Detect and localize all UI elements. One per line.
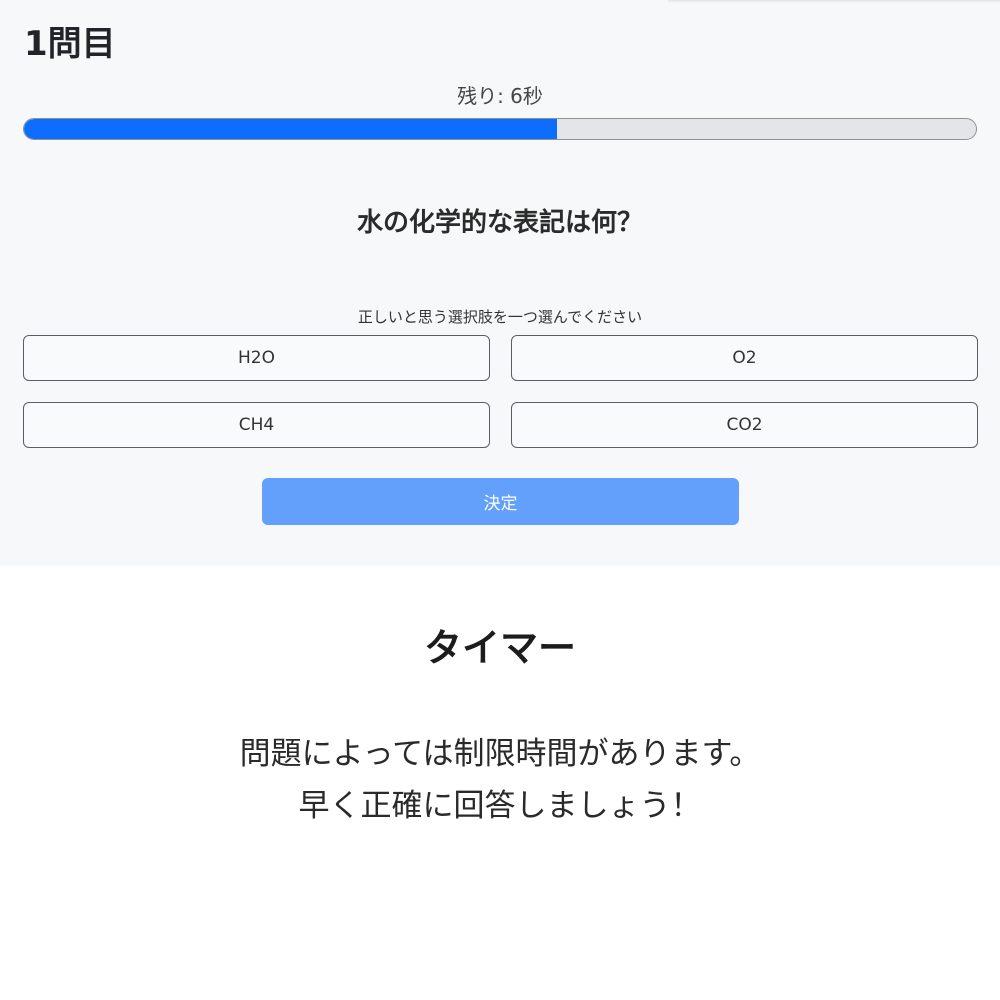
choice-button-o2[interactable]: O2 [511, 335, 978, 381]
feature-title: タイマー [423, 626, 576, 670]
feature-description: 問題によっては制限時間があります。 早く正確に回答しましょう！ [0, 728, 1000, 832]
timer-progress-bar [23, 118, 977, 140]
instruction-text: 正しいと思う選択肢を一つ選んでください [357, 308, 643, 326]
feature-description-line: 早く正確に回答しましょう！ [298, 788, 702, 824]
choice-button-co2[interactable]: CO2 [511, 402, 978, 448]
quiz-panel: 1問目 残り: 6秒 水の化学的な表記は何？ 正しいと思う選択肢を一つ選んでくだ… [0, 0, 1000, 566]
top-edge-shadow [668, 0, 1000, 3]
choice-button-h2o[interactable]: H2O [23, 335, 490, 381]
timer-remaining-text: 残り: 6秒 [457, 84, 543, 108]
timer-progress-fill [24, 119, 558, 139]
feature-description-line: 問題によっては制限時間があります。 [239, 736, 761, 772]
question-text: 水の化学的な表記は何？ [356, 208, 643, 238]
question-number: 1問目 [24, 24, 116, 64]
submit-button[interactable]: 決定 [262, 478, 739, 525]
choice-button-ch4[interactable]: CH4 [23, 402, 490, 448]
